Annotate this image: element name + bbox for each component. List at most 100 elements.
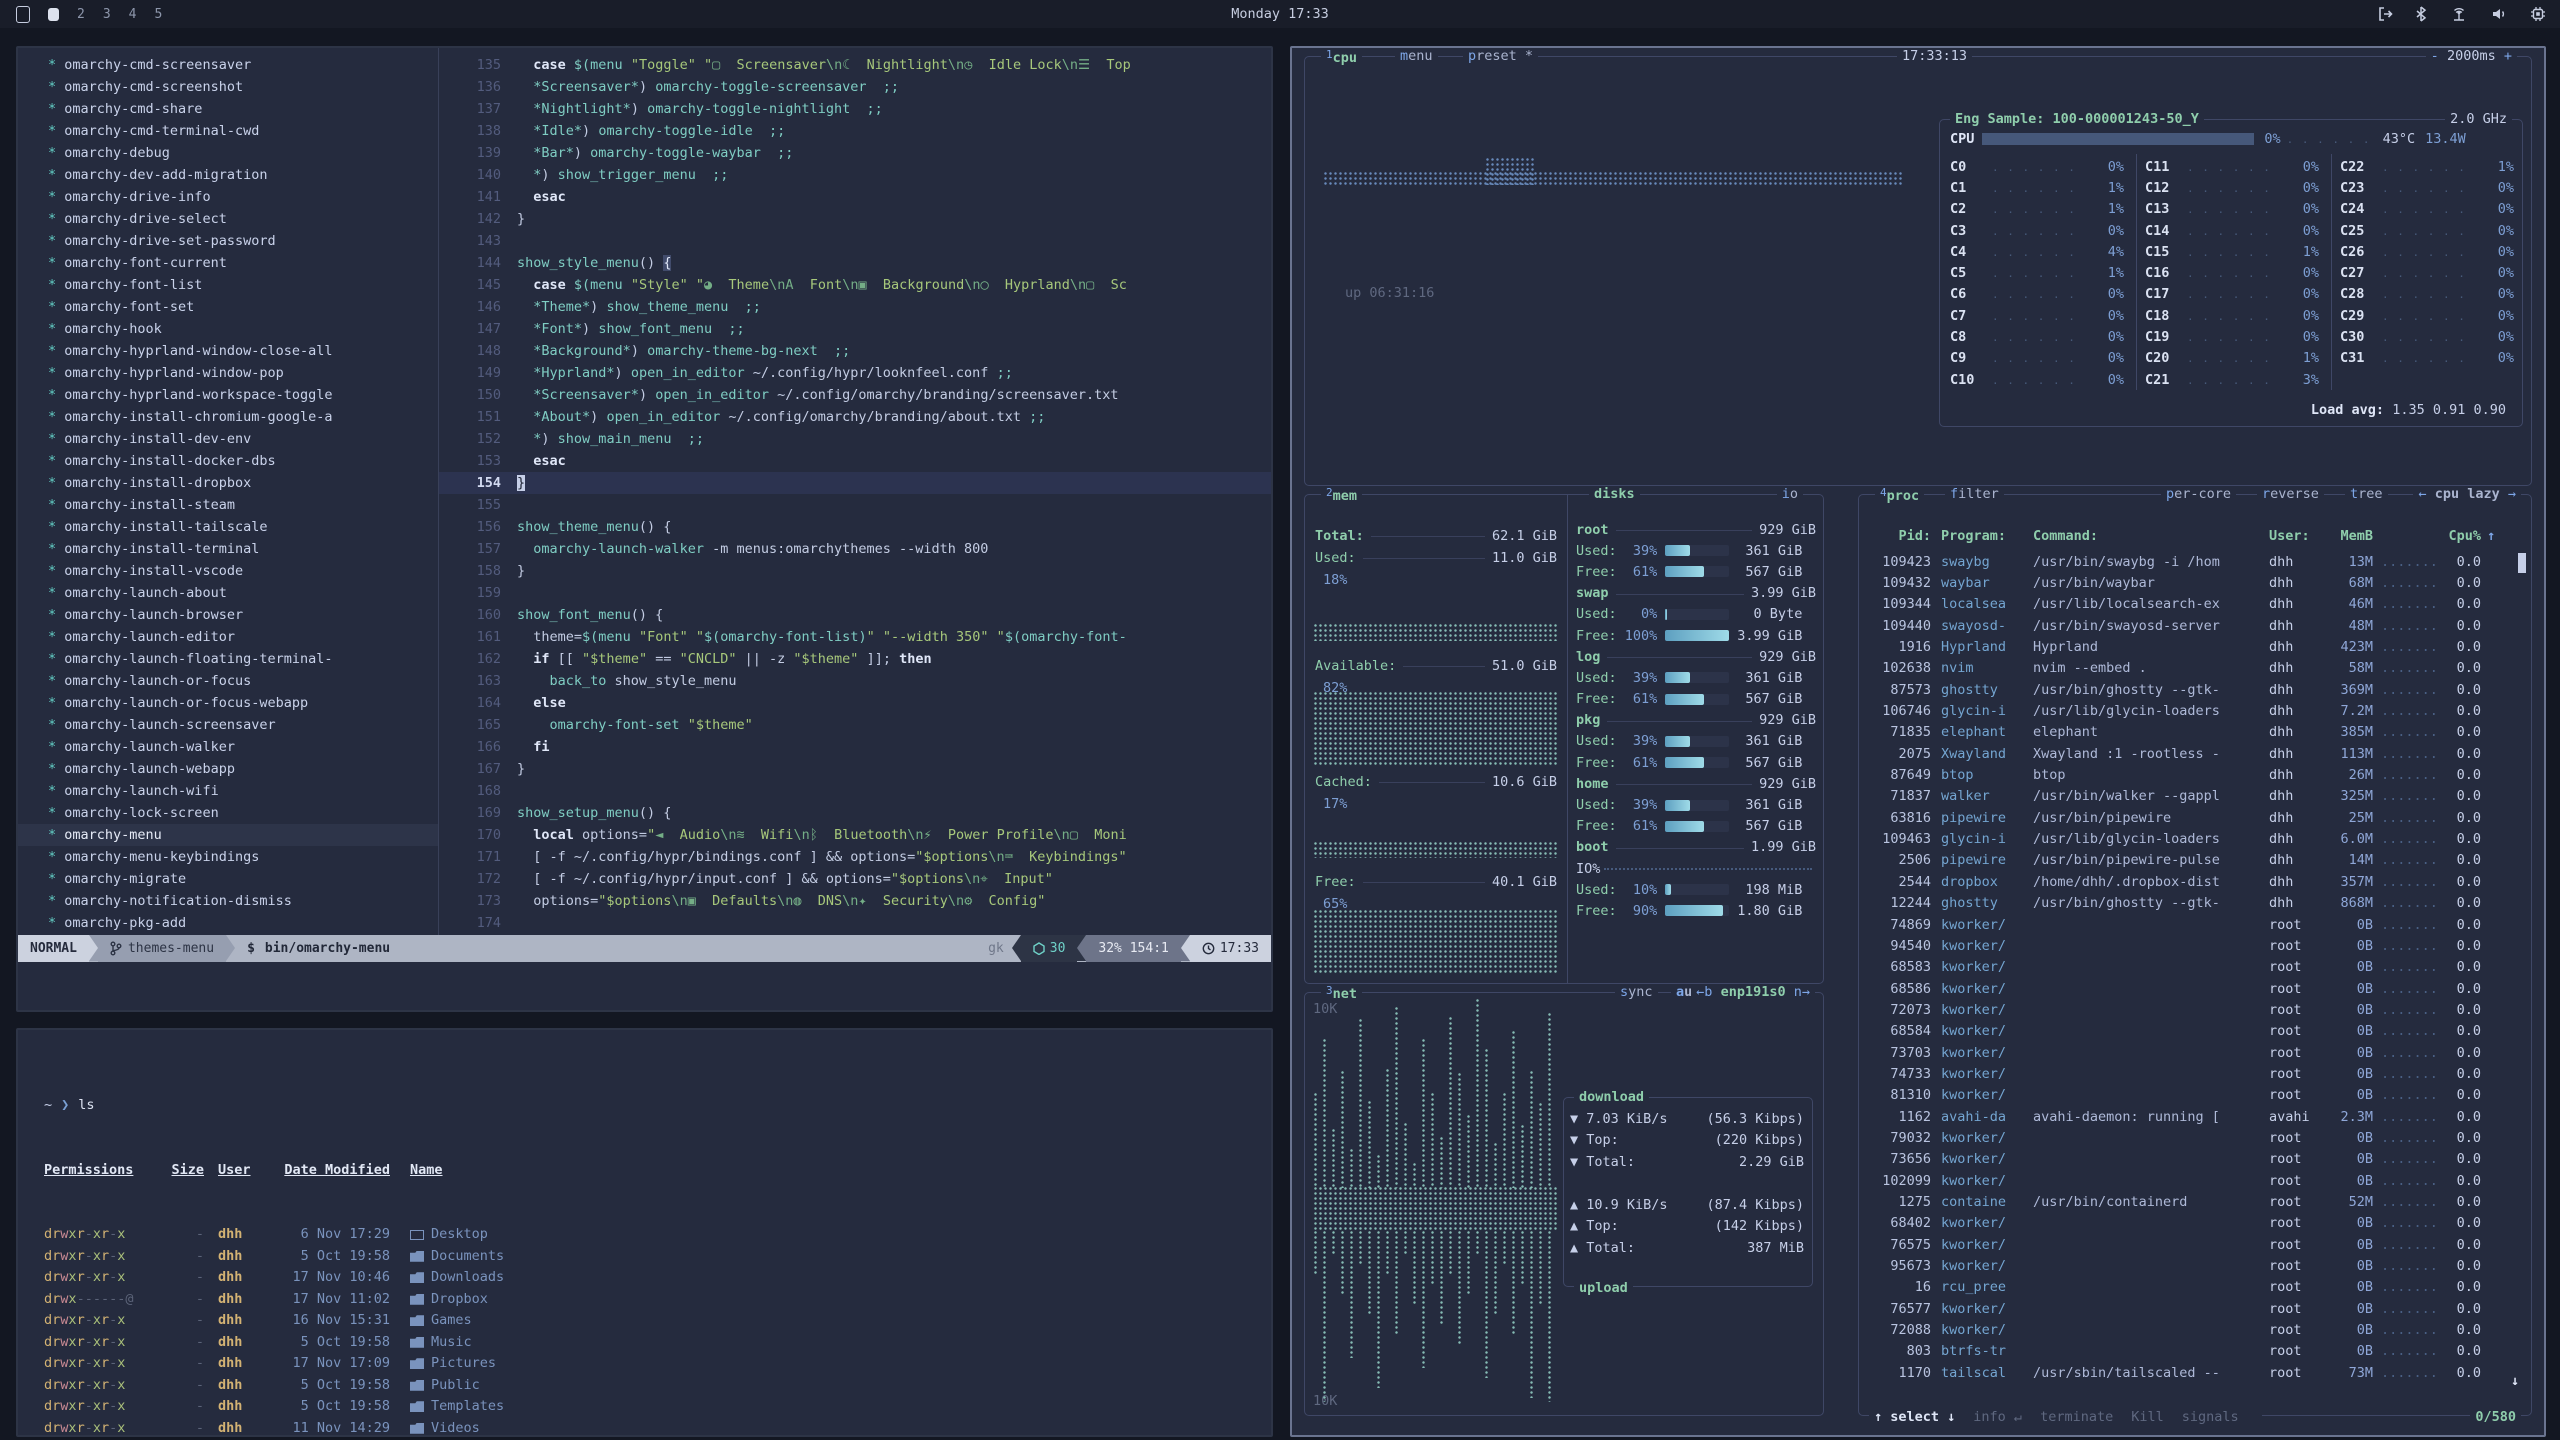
process-row[interactable]: 95673kworker/root0B0.0 xyxy=(1867,1255,2517,1276)
file-list[interactable]: * omarchy-cmd-screensaver* omarchy-cmd-s… xyxy=(18,54,438,934)
file-item[interactable]: * omarchy-cmd-terminal-cwd xyxy=(18,120,438,142)
file-item[interactable]: * omarchy-install-dropbox xyxy=(18,472,438,494)
process-row[interactable]: 109432waybar/usr/bin/waybardhh68M0.0 xyxy=(1867,572,2517,593)
proc-header[interactable]: Pid: Program: Command: User: MemB Cpu% ↑ xyxy=(1867,525,2517,546)
process-row[interactable]: 1170tailscal/usr/sbin/tailscaled --root7… xyxy=(1867,1362,2517,1383)
proc-box-title[interactable]: 4proc xyxy=(1875,486,1924,504)
process-row[interactable]: 72088kworker/root0B0.0 xyxy=(1867,1319,2517,1340)
file-item[interactable]: * omarchy-launch-browser xyxy=(18,604,438,626)
process-row[interactable]: 68402kworker/root0B0.0 xyxy=(1867,1213,2517,1234)
process-row[interactable]: 76577kworker/root0B0.0 xyxy=(1867,1298,2517,1319)
file-item[interactable]: * omarchy-install-chromium-google-a xyxy=(18,406,438,428)
process-row[interactable]: 1162avahi-daavahi-daemon: running [avahi… xyxy=(1867,1106,2517,1127)
proc-scrollbar[interactable] xyxy=(2518,553,2526,573)
process-row[interactable]: 72073kworker/root0B0.0 xyxy=(1867,999,2517,1020)
file-item[interactable]: * omarchy-drive-info xyxy=(18,186,438,208)
file-item[interactable]: * omarchy-cmd-screenshot xyxy=(18,76,438,98)
process-row[interactable]: 16rcu_preeroot0B0.0 xyxy=(1867,1277,2517,1298)
process-row[interactable]: 87649btopbtopdhh26M0.0 xyxy=(1867,764,2517,785)
file-item[interactable]: * omarchy-dev-add-migration xyxy=(18,164,438,186)
file-item[interactable]: * omarchy-launch-floating-terminal- xyxy=(18,648,438,670)
process-row[interactable]: 87573ghostty/usr/bin/ghostty --gtk-dhh36… xyxy=(1867,679,2517,700)
file-item[interactable]: * omarchy-launch-editor xyxy=(18,626,438,648)
process-row[interactable]: 102638nvimnvim --embed .dhh58M0.0 xyxy=(1867,658,2517,679)
file-item[interactable]: * omarchy-launch-or-focus-webapp xyxy=(18,692,438,714)
net-interface[interactable]: ←b enp191s0 n→ xyxy=(1691,984,1815,1000)
process-row[interactable]: 106746glycin-i/usr/lib/glycin-loadersdhh… xyxy=(1867,700,2517,721)
file-item[interactable]: * omarchy-hyprland-window-pop xyxy=(18,362,438,384)
proc-filter-button[interactable]: filter xyxy=(1945,486,2004,502)
net-box-title[interactable]: 3net xyxy=(1321,984,1362,1002)
process-row[interactable]: 68583kworker/root0B0.0 xyxy=(1867,957,2517,978)
process-row[interactable]: 2544dropbox/home/dhh/.dropbox-distdhh357… xyxy=(1867,871,2517,892)
file-item[interactable]: * omarchy-install-dev-env xyxy=(18,428,438,450)
file-item[interactable]: * omarchy-launch-wifi xyxy=(18,780,438,802)
code-pane[interactable]: 135 case $(menu "Toggle" "▢ Screensaver\… xyxy=(439,54,1271,934)
process-row[interactable]: 109440swayosd-/usr/bin/swayosd-serverdhh… xyxy=(1867,615,2517,636)
proc-sort-selector[interactable]: ← cpu lazy → xyxy=(2413,486,2521,502)
process-row[interactable]: 76575kworker/root0B0.0 xyxy=(1867,1234,2517,1255)
file-item[interactable]: * omarchy-install-docker-dbs xyxy=(18,450,438,472)
file-item[interactable]: * omarchy-cmd-screensaver xyxy=(18,54,438,76)
file-item[interactable]: * omarchy-cmd-share xyxy=(18,98,438,120)
process-row[interactable]: 803btrfs-trroot0B0.0 xyxy=(1867,1341,2517,1362)
file-item[interactable]: * omarchy-launch-walker xyxy=(18,736,438,758)
preset-button[interactable]: preset * xyxy=(1463,48,1538,64)
menu-button[interactable]: menu xyxy=(1395,48,1438,64)
process-row[interactable]: 102099kworker/root0B0.0 xyxy=(1867,1170,2517,1191)
process-row[interactable]: 71835elephantelephantdhh385M0.0 xyxy=(1867,722,2517,743)
process-row[interactable]: 73656kworker/root0B0.0 xyxy=(1867,1149,2517,1170)
cpu-box-title[interactable]: 1cpu xyxy=(1321,48,1362,66)
file-item[interactable]: * omarchy-drive-set-password xyxy=(18,230,438,252)
file-item[interactable]: * omarchy-drive-select xyxy=(18,208,438,230)
process-row[interactable]: 109463glycin-i/usr/lib/glycin-loadersdhh… xyxy=(1867,828,2517,849)
process-row[interactable]: 74869kworker/root0B0.0 xyxy=(1867,914,2517,935)
process-row[interactable]: 1916HyprlandHyprlanddhh423M0.0 xyxy=(1867,636,2517,657)
file-item[interactable]: * omarchy-launch-about xyxy=(18,582,438,604)
file-item[interactable]: * omarchy-migrate xyxy=(18,868,438,890)
process-row[interactable]: 109423swaybg/usr/bin/swaybg -i /homdhh13… xyxy=(1867,551,2517,572)
process-list[interactable]: 109423swaybg/usr/bin/swaybg -i /homdhh13… xyxy=(1867,551,2517,1383)
file-item[interactable]: * omarchy-menu-keybindings xyxy=(18,846,438,868)
wifi-icon[interactable] xyxy=(2449,6,2469,22)
process-row[interactable]: 73703kworker/root0B0.0 xyxy=(1867,1042,2517,1063)
file-item[interactable]: * omarchy-debug xyxy=(18,142,438,164)
file-item[interactable]: * omarchy-font-current xyxy=(18,252,438,274)
file-item[interactable]: * omarchy-notification-dismiss xyxy=(18,890,438,912)
proc-footer[interactable]: ↑ select ↓info ↵terminateKillsignals xyxy=(1869,1409,2262,1425)
bluetooth-icon[interactable] xyxy=(2415,6,2427,22)
io-toggle[interactable]: io xyxy=(1777,486,1803,502)
file-item[interactable]: * omarchy-hyprland-window-close-all xyxy=(18,340,438,362)
file-item[interactable]: * omarchy-font-list xyxy=(18,274,438,296)
proc-reverse-toggle[interactable]: reverse xyxy=(2257,486,2324,502)
file-item[interactable]: * omarchy-menu xyxy=(18,824,438,846)
proc-tree-toggle[interactable]: tree xyxy=(2345,486,2388,502)
logout-icon[interactable] xyxy=(2376,6,2393,22)
file-item[interactable]: * omarchy-install-vscode xyxy=(18,560,438,582)
process-row[interactable]: 79032kworker/root0B0.0 xyxy=(1867,1127,2517,1148)
process-row[interactable]: 71837walker/usr/bin/walker --gappldhh325… xyxy=(1867,786,2517,807)
process-row[interactable]: 12244ghostty/usr/bin/ghostty --gtk-dhh86… xyxy=(1867,893,2517,914)
update-interval[interactable]: - 2000ms + xyxy=(2426,48,2517,64)
file-item[interactable]: * omarchy-launch-or-focus xyxy=(18,670,438,692)
file-item[interactable]: * omarchy-font-set xyxy=(18,296,438,318)
process-row[interactable]: 2075XwaylandXwayland :1 -rootless -dhh11… xyxy=(1867,743,2517,764)
file-item[interactable]: * omarchy-lock-screen xyxy=(18,802,438,824)
process-row[interactable]: 63816pipewire/usr/bin/pipewiredhh25M0.0 xyxy=(1867,807,2517,828)
btop-window[interactable]: 1cpu menu preset * 17:33:13 - 2000ms + u… xyxy=(1290,46,2546,1437)
volume-icon[interactable] xyxy=(2491,6,2508,22)
file-item[interactable]: * omarchy-install-tailscale xyxy=(18,516,438,538)
file-item[interactable]: * omarchy-hook xyxy=(18,318,438,340)
scroll-down-icon[interactable]: ↓ xyxy=(2511,1373,2519,1389)
editor-window[interactable]: * omarchy-cmd-screensaver* omarchy-cmd-s… xyxy=(16,46,1273,1012)
net-sync-toggle[interactable]: sync xyxy=(1615,984,1658,1000)
process-row[interactable]: 109344localsea/usr/lib/localsearch-exdhh… xyxy=(1867,594,2517,615)
process-row[interactable]: 68586kworker/root0B0.0 xyxy=(1867,978,2517,999)
file-item[interactable]: * omarchy-launch-webapp xyxy=(18,758,438,780)
proc-percore-toggle[interactable]: per-core xyxy=(2161,486,2236,502)
file-item[interactable]: * omarchy-install-terminal xyxy=(18,538,438,560)
cpu-icon[interactable] xyxy=(2530,6,2546,22)
file-item[interactable]: * omarchy-pkg-add xyxy=(18,912,438,934)
process-row[interactable]: 1275containe/usr/bin/containerdroot52M0.… xyxy=(1867,1191,2517,1212)
process-row[interactable]: 94540kworker/root0B0.0 xyxy=(1867,935,2517,956)
